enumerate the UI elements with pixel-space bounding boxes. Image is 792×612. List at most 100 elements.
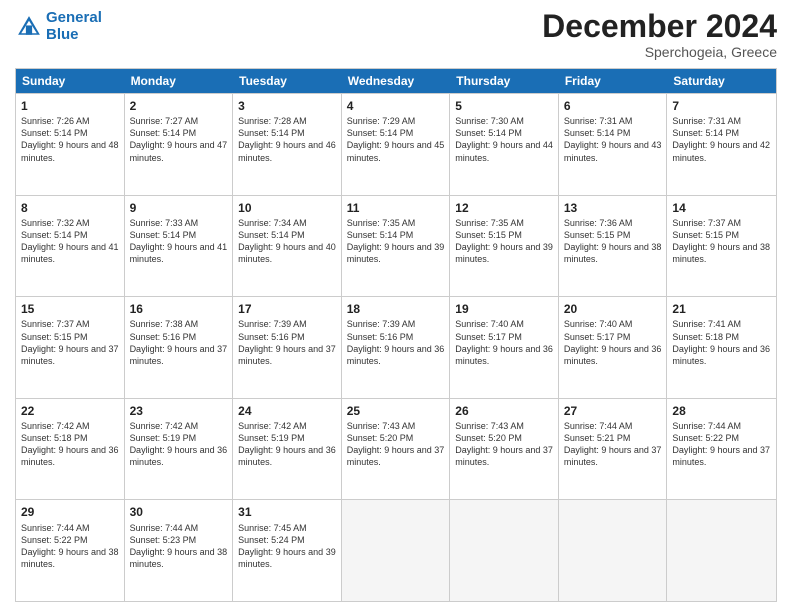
calendar-week-1: 1Sunrise: 7:26 AMSunset: 5:14 PMDaylight… [16,93,776,195]
day-header-wednesday: Wednesday [342,69,451,93]
calendar-header: SundayMondayTuesdayWednesdayThursdayFrid… [16,69,776,93]
empty-cell [667,500,776,601]
day-header-thursday: Thursday [450,69,559,93]
day-cell-26: 26Sunrise: 7:43 AMSunset: 5:20 PMDayligh… [450,399,559,500]
day-cell-20: 20Sunrise: 7:40 AMSunset: 5:17 PMDayligh… [559,297,668,398]
header: General Blue December 2024 Sperchogeia, … [15,10,777,60]
day-number: 24 [238,403,336,419]
day-number: 13 [564,200,662,216]
day-number: 14 [672,200,771,216]
day-number: 16 [130,301,228,317]
day-cell-16: 16Sunrise: 7:38 AMSunset: 5:16 PMDayligh… [125,297,234,398]
day-data: Sunrise: 7:41 AMSunset: 5:18 PMDaylight:… [672,318,771,367]
day-number: 25 [347,403,445,419]
day-data: Sunrise: 7:26 AMSunset: 5:14 PMDaylight:… [21,115,119,164]
day-number: 2 [130,98,228,114]
day-number: 9 [130,200,228,216]
day-cell-8: 8Sunrise: 7:32 AMSunset: 5:14 PMDaylight… [16,196,125,297]
day-number: 4 [347,98,445,114]
generalblue-logo-icon [15,13,43,41]
day-header-tuesday: Tuesday [233,69,342,93]
day-data: Sunrise: 7:39 AMSunset: 5:16 PMDaylight:… [238,318,336,367]
day-number: 1 [21,98,119,114]
day-header-monday: Monday [125,69,234,93]
day-data: Sunrise: 7:42 AMSunset: 5:19 PMDaylight:… [130,420,228,469]
day-data: Sunrise: 7:32 AMSunset: 5:14 PMDaylight:… [21,217,119,266]
day-number: 30 [130,504,228,520]
day-number: 15 [21,301,119,317]
day-number: 18 [347,301,445,317]
day-data: Sunrise: 7:42 AMSunset: 5:18 PMDaylight:… [21,420,119,469]
day-header-sunday: Sunday [16,69,125,93]
day-cell-18: 18Sunrise: 7:39 AMSunset: 5:16 PMDayligh… [342,297,451,398]
day-number: 3 [238,98,336,114]
calendar-week-5: 29 Sunrise: 7:44 AMSunset: 5:22 PMDayligh… [16,499,776,601]
day-cell-23: 23Sunrise: 7:42 AMSunset: 5:19 PMDayligh… [125,399,234,500]
day-number: 31 [238,504,336,520]
day-cell-5: 5Sunrise: 7:30 AMSunset: 5:14 PMDaylight… [450,94,559,195]
day-data: Sunrise: 7:37 AMSunset: 5:15 PMDaylight:… [21,318,119,367]
day-data: Sunrise: 7:27 AMSunset: 5:14 PMDaylight:… [130,115,228,164]
day-cell-11: 11Sunrise: 7:35 AMSunset: 5:14 PMDayligh… [342,196,451,297]
day-number: 5 [455,98,553,114]
day-cell-15: 15Sunrise: 7:37 AMSunset: 5:15 PMDayligh… [16,297,125,398]
day-data: Sunrise: 7:45 AMSunset: 5:24 PMDaylight:… [238,522,336,571]
day-cell-19: 19Sunrise: 7:40 AMSunset: 5:17 PMDayligh… [450,297,559,398]
location: Sperchogeia, Greece [542,44,777,60]
logo: General Blue [15,10,102,43]
empty-cell [559,500,668,601]
page: General Blue December 2024 Sperchogeia, … [0,0,792,612]
day-data: Sunrise: 7:36 AMSunset: 5:15 PMDaylight:… [564,217,662,266]
day-header-saturday: Saturday [667,69,776,93]
day-number: 23 [130,403,228,419]
day-cell-21: 21Sunrise: 7:41 AMSunset: 5:18 PMDayligh… [667,297,776,398]
day-number: 8 [21,200,119,216]
day-data: Sunrise: 7:43 AMSunset: 5:20 PMDaylight:… [455,420,553,469]
day-cell-24: 24Sunrise: 7:42 AMSunset: 5:19 PMDayligh… [233,399,342,500]
day-cell-14: 14Sunrise: 7:37 AMSunset: 5:15 PMDayligh… [667,196,776,297]
day-cell-22: 22Sunrise: 7:42 AMSunset: 5:18 PMDayligh… [16,399,125,500]
day-number: 11 [347,200,445,216]
day-cell-9: 9Sunrise: 7:33 AMSunset: 5:14 PMDaylight… [125,196,234,297]
day-data: Sunrise: 7:31 AMSunset: 5:14 PMDaylight:… [672,115,771,164]
calendar-week-4: 22Sunrise: 7:42 AMSunset: 5:18 PMDayligh… [16,398,776,500]
day-cell-1: 1Sunrise: 7:26 AMSunset: 5:14 PMDaylight… [16,94,125,195]
day-data: Sunrise: 7:43 AMSunset: 5:20 PMDaylight:… [347,420,445,469]
day-data: Sunrise: 7:28 AMSunset: 5:14 PMDaylight:… [238,115,336,164]
day-number: 6 [564,98,662,114]
day-data: Sunrise: 7:44 AMSunset: 5:22 PMDaylight:… [21,522,119,571]
month-title: December 2024 [542,10,777,42]
day-number: 28 [672,403,771,419]
empty-cell [450,500,559,601]
day-cell-7: 7Sunrise: 7:31 AMSunset: 5:14 PMDaylight… [667,94,776,195]
day-data: Sunrise: 7:37 AMSunset: 5:15 PMDaylight:… [672,217,771,266]
day-number: 19 [455,301,553,317]
day-data: Sunrise: 7:34 AMSunset: 5:14 PMDaylight:… [238,217,336,266]
day-data: Sunrise: 7:29 AMSunset: 5:14 PMDaylight:… [347,115,445,164]
day-data: Sunrise: 7:44 AMSunset: 5:22 PMDaylight:… [672,420,771,469]
day-data: Sunrise: 7:44 AMSunset: 5:23 PMDaylight:… [130,522,228,571]
day-data: Sunrise: 7:39 AMSunset: 5:16 PMDaylight:… [347,318,445,367]
day-cell-17: 17Sunrise: 7:39 AMSunset: 5:16 PMDayligh… [233,297,342,398]
day-cell-3: 3Sunrise: 7:28 AMSunset: 5:14 PMDaylight… [233,94,342,195]
day-cell-6: 6Sunrise: 7:31 AMSunset: 5:14 PMDaylight… [559,94,668,195]
calendar: SundayMondayTuesdayWednesdayThursdayFrid… [15,68,777,602]
day-number: 22 [21,403,119,419]
day-number: 26 [455,403,553,419]
day-cell-29: 29 Sunrise: 7:44 AMSunset: 5:22 PMDayligh… [16,500,125,601]
day-data: Sunrise: 7:44 AMSunset: 5:21 PMDaylight:… [564,420,662,469]
day-number: 21 [672,301,771,317]
logo-text: General Blue [46,10,102,43]
day-cell-4: 4Sunrise: 7:29 AMSunset: 5:14 PMDaylight… [342,94,451,195]
day-data: Sunrise: 7:35 AMSunset: 5:14 PMDaylight:… [347,217,445,266]
day-cell-27: 27Sunrise: 7:44 AMSunset: 5:21 PMDayligh… [559,399,668,500]
day-data: Sunrise: 7:31 AMSunset: 5:14 PMDaylight:… [564,115,662,164]
day-cell-10: 10Sunrise: 7:34 AMSunset: 5:14 PMDayligh… [233,196,342,297]
empty-cell [342,500,451,601]
calendar-body: 1Sunrise: 7:26 AMSunset: 5:14 PMDaylight… [16,93,776,601]
title-section: December 2024 Sperchogeia, Greece [542,10,777,60]
day-cell-25: 25Sunrise: 7:43 AMSunset: 5:20 PMDayligh… [342,399,451,500]
day-number: 29 [21,504,119,520]
day-data: Sunrise: 7:38 AMSunset: 5:16 PMDaylight:… [130,318,228,367]
day-number: 7 [672,98,771,114]
